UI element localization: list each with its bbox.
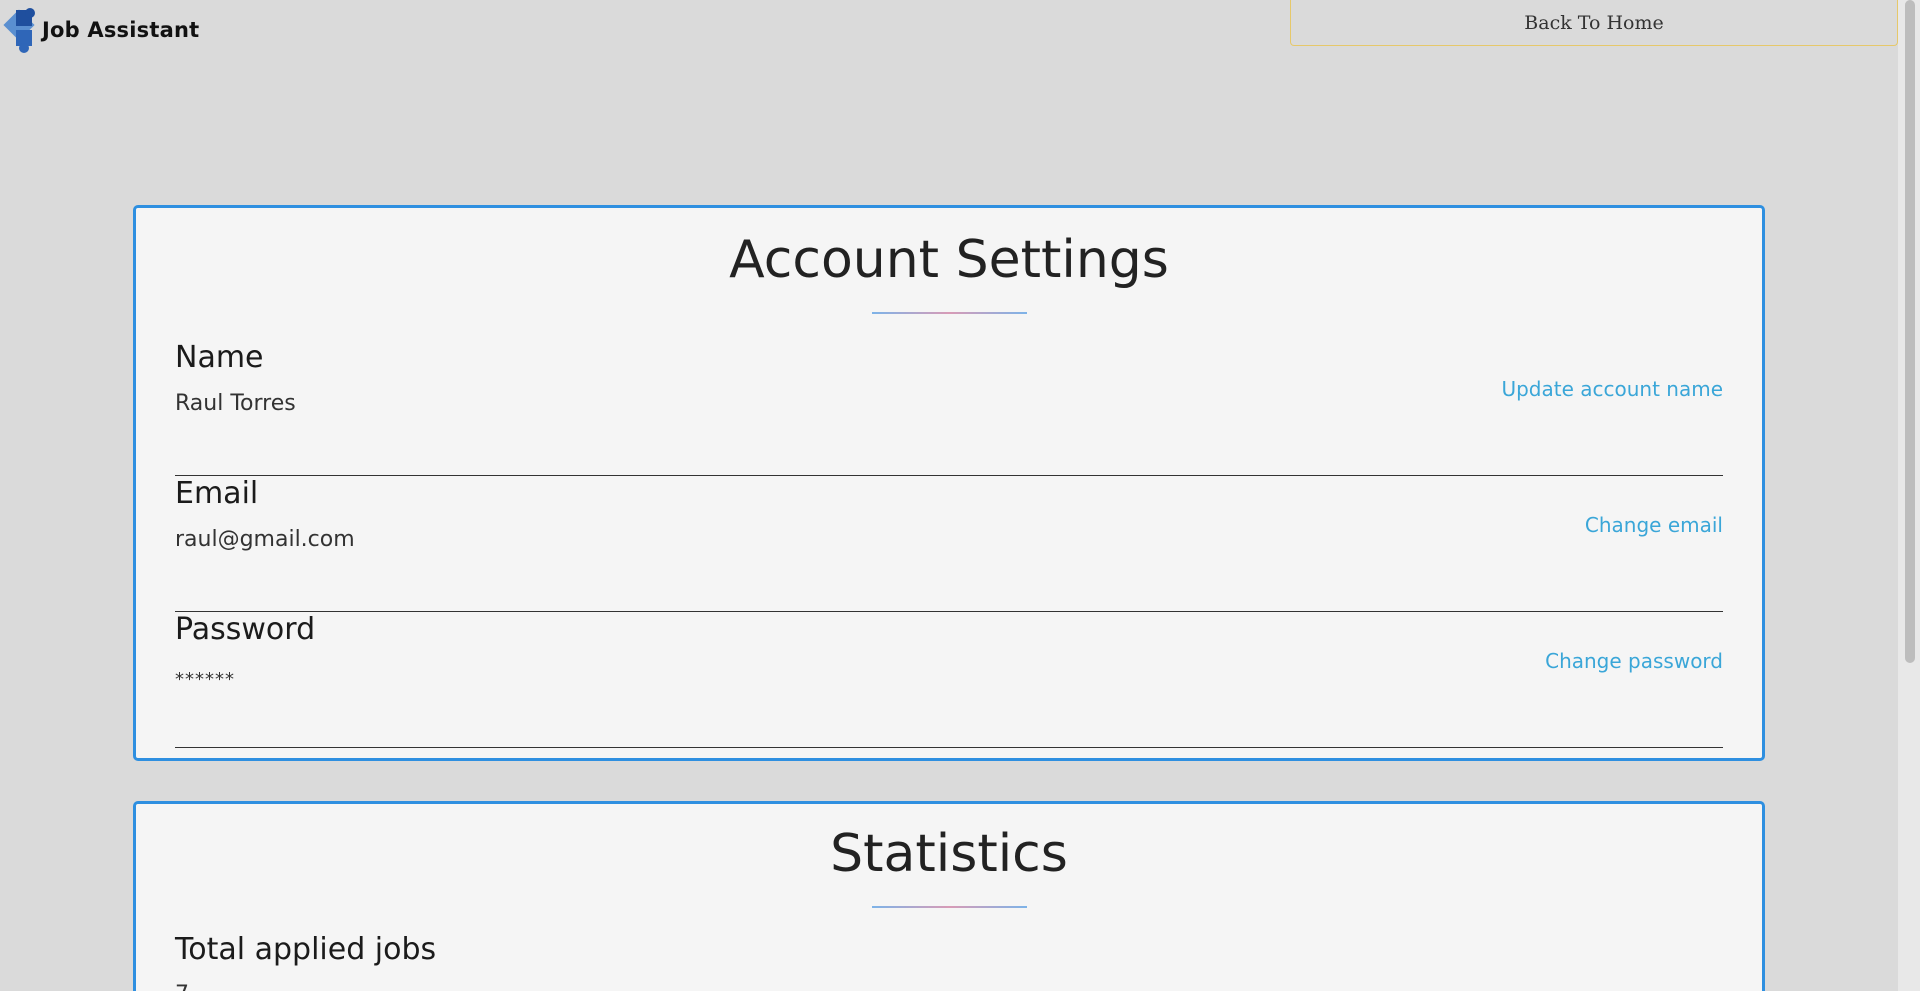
top-bar: Job Assistant Back To Home: [0, 0, 1898, 60]
change-password-link[interactable]: Change password: [1545, 648, 1723, 674]
update-account-name-link[interactable]: Update account name: [1501, 376, 1723, 402]
name-row: Name Raul Torres Update account name: [175, 340, 1723, 476]
total-applied-jobs-label: Total applied jobs: [175, 932, 437, 967]
password-value: ******: [175, 669, 235, 690]
account-settings-card: Account Settings Name Raul Torres Update…: [133, 205, 1765, 761]
title-divider: [871, 906, 1027, 908]
password-row: Password ****** Change password: [175, 612, 1723, 748]
app-logo[interactable]: Job Assistant: [2, 4, 199, 56]
total-applied-jobs-value: 7: [175, 982, 1723, 991]
puzzle-logo-icon: [2, 4, 50, 56]
back-to-home-button[interactable]: Back To Home: [1290, 0, 1898, 46]
scrollbar-thumb[interactable]: [1905, 0, 1915, 663]
vertical-scrollbar[interactable]: [1898, 0, 1920, 991]
email-value: raul@gmail.com: [175, 527, 355, 552]
name-label: Name: [175, 340, 264, 375]
account-settings-title: Account Settings: [729, 230, 1169, 290]
statistics-title: Statistics: [830, 824, 1068, 884]
change-email-link[interactable]: Change email: [1585, 512, 1723, 538]
statistics-card: Statistics Total applied jobs 7: [133, 801, 1765, 991]
email-label: Email: [175, 476, 259, 511]
email-row: Email raul@gmail.com Change email: [175, 476, 1723, 612]
app-name: Job Assistant: [42, 18, 200, 42]
name-value: Raul Torres: [175, 391, 296, 416]
title-divider: [871, 312, 1027, 314]
password-label: Password: [175, 612, 316, 647]
